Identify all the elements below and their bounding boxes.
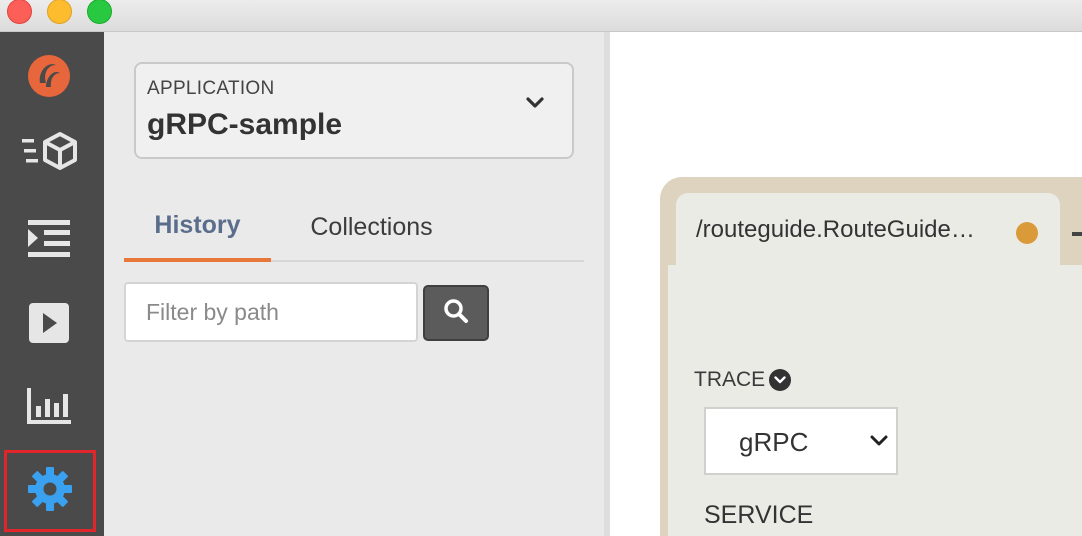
trace-label: TRACE xyxy=(694,368,766,391)
box-list-icon xyxy=(20,131,78,176)
trace-label-row: TRACE xyxy=(694,368,792,392)
request-panel: TRACE gRPC SERVICE xyxy=(668,265,1082,536)
chevron-down-circle-icon[interactable] xyxy=(769,369,792,391)
tab-history[interactable]: History xyxy=(124,192,271,262)
rail-item-services[interactable] xyxy=(18,122,80,184)
request-tab[interactable]: /routeguide.RouteGuide… xyxy=(676,193,1060,268)
window-maximize-button[interactable] xyxy=(87,0,112,24)
application-caption: APPLICATION xyxy=(147,78,275,99)
trace-select[interactable]: gRPC xyxy=(704,407,898,475)
search-icon xyxy=(443,298,469,329)
sidebar: APPLICATION gRPC-sample History Collecti… xyxy=(104,32,604,536)
main-area: /routeguide.RouteGuide… TRACE gRPC SERVI… xyxy=(610,32,1082,536)
rail-item-requests[interactable] xyxy=(18,210,80,272)
chevron-down-icon xyxy=(870,434,888,452)
window-minimize-button[interactable] xyxy=(47,0,72,24)
request-tab-title: /routeguide.RouteGuide… xyxy=(696,216,975,243)
unsaved-status-dot xyxy=(1016,222,1038,244)
application-value: gRPC-sample xyxy=(147,108,343,141)
filter-path-input[interactable] xyxy=(124,282,418,342)
chevron-down-icon xyxy=(526,96,544,114)
request-tab-strip: /routeguide.RouteGuide… TRACE gRPC SERVI… xyxy=(660,177,1082,536)
tab-collections[interactable]: Collections xyxy=(284,192,459,262)
trace-select-value: gRPC xyxy=(739,427,809,457)
rail-item-analytics[interactable] xyxy=(18,377,80,439)
rail-item-home[interactable] xyxy=(18,47,80,109)
search-button[interactable] xyxy=(423,285,489,341)
window-close-button[interactable] xyxy=(7,0,32,24)
sidebar-tabs: History Collections xyxy=(124,192,584,262)
more-tabs-icon[interactable] xyxy=(1072,232,1082,236)
bar-chart-icon xyxy=(27,387,71,429)
indent-list-icon xyxy=(28,218,70,265)
logo-icon xyxy=(26,53,72,104)
play-icon xyxy=(29,302,69,348)
rail-item-settings[interactable] xyxy=(4,450,96,532)
application-select[interactable]: APPLICATION gRPC-sample xyxy=(134,62,574,159)
window-titlebar xyxy=(0,0,1082,32)
icon-rail xyxy=(0,32,104,536)
rail-item-run[interactable] xyxy=(18,294,80,356)
service-label: SERVICE xyxy=(704,501,814,529)
gear-icon xyxy=(28,466,72,516)
